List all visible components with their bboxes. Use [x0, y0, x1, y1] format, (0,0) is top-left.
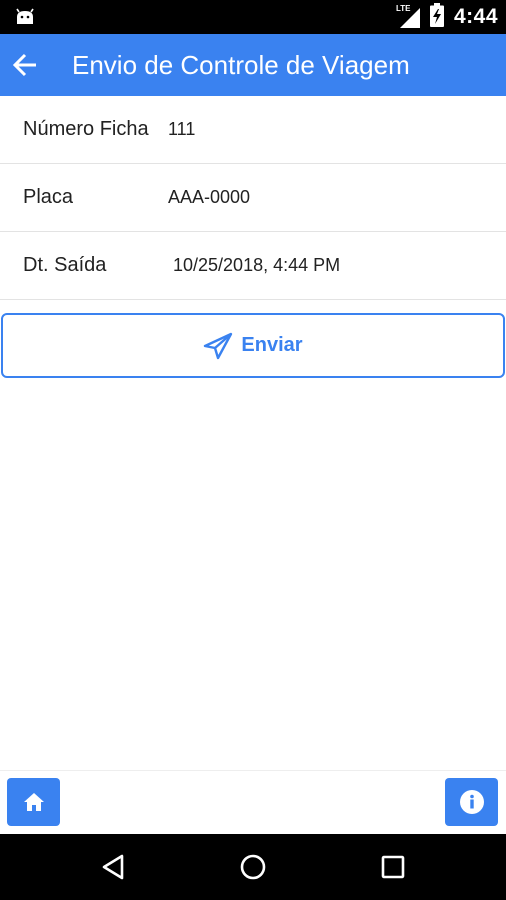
row-label: Número Ficha [23, 118, 149, 140]
circle-home-icon [240, 854, 266, 880]
page-title: Envio de Controle de Viagem [72, 49, 410, 80]
row-placa: Placa AAA-0000 [0, 164, 506, 232]
bottom-divider [0, 770, 506, 771]
android-icon [14, 8, 36, 26]
send-label: Enviar [241, 334, 303, 356]
nav-back-button[interactable] [78, 834, 148, 900]
info-button[interactable] [445, 778, 498, 826]
row-label: Dt. Saída [23, 254, 107, 276]
nav-home-button[interactable] [218, 834, 288, 900]
trip-details: Número Ficha 111 Placa AAA-0000 Dt. Saíd… [0, 96, 506, 300]
send-button[interactable]: Enviar [1, 313, 505, 378]
home-button[interactable] [7, 778, 60, 826]
row-label: Placa [23, 186, 74, 208]
status-icons: LTE 4:44 [396, 0, 498, 34]
app-bar: Envio de Controle de Viagem [0, 34, 506, 96]
row-value: AAA-0000 [168, 187, 251, 207]
info-icon [459, 790, 484, 814]
arrow-left-icon [12, 53, 36, 77]
status-time: 4:44 [453, 5, 498, 28]
paper-plane-icon [204, 332, 233, 359]
navigation-bar [0, 834, 506, 900]
nav-recent-button[interactable] [358, 834, 428, 900]
home-icon [23, 793, 44, 811]
row-numero-ficha: Número Ficha 111 [0, 96, 506, 164]
row-dt-saida: Dt. Saída 10/25/2018, 4:44 PM [0, 232, 506, 300]
square-recent-icon [381, 855, 405, 879]
signal-icon: LTE [396, 4, 420, 28]
battery-icon [429, 2, 444, 32]
back-button[interactable] [0, 34, 50, 96]
triangle-back-icon [102, 854, 124, 880]
row-value: 10/25/2018, 4:44 PM [168, 255, 341, 275]
row-value: 111 [168, 119, 196, 139]
status-bar: LTE 4:44 [0, 0, 506, 34]
